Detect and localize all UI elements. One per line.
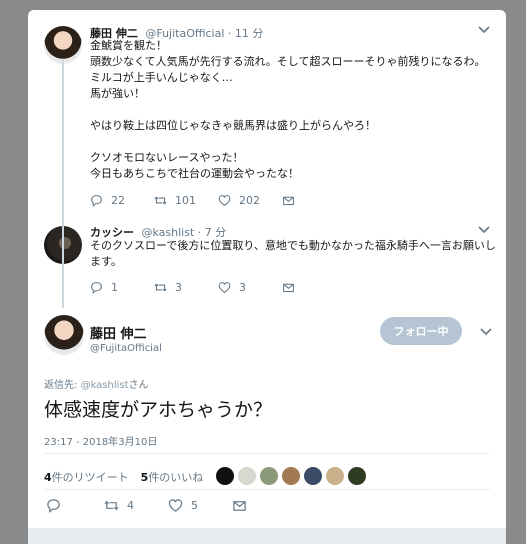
reply-icon [91,195,102,207]
avatar[interactable] [44,26,82,64]
like-count: 5 [191,499,198,512]
dm-icon [283,196,294,206]
dm-button[interactable] [282,281,346,294]
dm-button[interactable] [282,194,346,207]
reply-count: 22 [111,194,125,207]
like-button[interactable]: 202 [218,194,282,207]
main-tweet-actions: 4 5 [46,498,296,513]
chevron-down-icon[interactable] [480,326,492,339]
like-count: 3 [239,281,246,294]
retweet-icon [154,196,167,205]
tweet-timestamp[interactable]: 23:17 - 2018年3月10日 [44,433,157,448]
retweet-button[interactable]: 4 [104,498,168,513]
liker-avatar[interactable] [216,467,234,485]
tweet-actions: 22 101 202 [90,194,346,207]
liker-avatar[interactable] [348,467,366,485]
panel-footer-strip [28,528,506,544]
reply-icon [47,499,60,513]
retweet-count: 3 [175,281,182,294]
tweet-thread-panel: 藤田 伸二 @FujitaOfficial · 11 分 金鯱賞を観た！ 頭数少… [28,10,506,540]
like-icon [218,282,231,293]
retweet-button[interactable]: 3 [154,281,218,294]
liker-avatar[interactable] [304,467,322,485]
reply-to-prefix: 返信先: [44,380,81,391]
liker-avatar[interactable] [260,467,278,485]
dm-icon [233,501,246,511]
like-button[interactable]: 5 [168,498,232,513]
divider [44,453,490,454]
tweet-text: そのクソスローで後方に位置取り、意地でも動かなかった福永騎手へ一言お願いします。 [90,239,496,268]
like-button[interactable]: 3 [218,281,282,294]
like-count: 202 [239,194,260,207]
tweet-text: 金鯱賞を観た！ 頭数少なくて人気馬が先行する流れ。そして超スローーそりゃ前残りに… [90,39,486,180]
dm-icon [283,283,294,293]
liker-avatar[interactable] [282,467,300,485]
reply-icon [91,282,102,294]
reply-button[interactable]: 22 [90,194,154,207]
retweet-icon [104,500,119,511]
retweet-icon [154,283,167,292]
liker-avatar[interactable] [326,467,344,485]
like-icon [168,499,183,512]
avatar[interactable] [44,315,84,355]
retweet-count: 4 [127,499,134,512]
following-button[interactable]: フォロー中 [380,317,462,345]
tweet-actions: 1 3 3 [90,281,346,294]
reply-to-mention[interactable]: @kashlist [81,380,129,391]
retweet-stat[interactable]: 4件のリツイート [44,469,129,485]
reply-button[interactable] [46,498,104,513]
dm-button[interactable] [232,498,296,513]
reply-count: 1 [111,281,118,294]
retweet-count: 101 [175,194,196,207]
chevron-down-icon[interactable] [478,224,490,237]
like-stat[interactable]: 5件のいいね [141,469,204,485]
reply-to-line: 返信先: @kashlistさん [44,376,149,391]
retweet-button[interactable]: 101 [154,194,218,207]
like-icon [218,195,231,206]
user-handle[interactable]: @FujitaOfficial [90,343,162,354]
liker-avatars [216,467,366,485]
reply-button[interactable]: 1 [90,281,154,294]
liker-avatar[interactable] [238,467,256,485]
main-tweet-text: 体感速度がアホちゃうか？ [44,399,273,421]
chevron-down-icon[interactable] [478,24,490,37]
like-stat-label: 件のいいね [148,471,204,484]
divider [44,489,490,490]
thread-connector-line [62,60,64,308]
reply-to-suffix: さん [128,380,149,391]
engagement-stats: 4件のリツイート 5件のいいね [44,469,203,485]
retweet-stat-label: 件のリツイート [51,471,129,484]
retweet-stat-number: 4 [44,471,52,484]
user-name[interactable]: 藤田 伸二 [90,323,147,342]
